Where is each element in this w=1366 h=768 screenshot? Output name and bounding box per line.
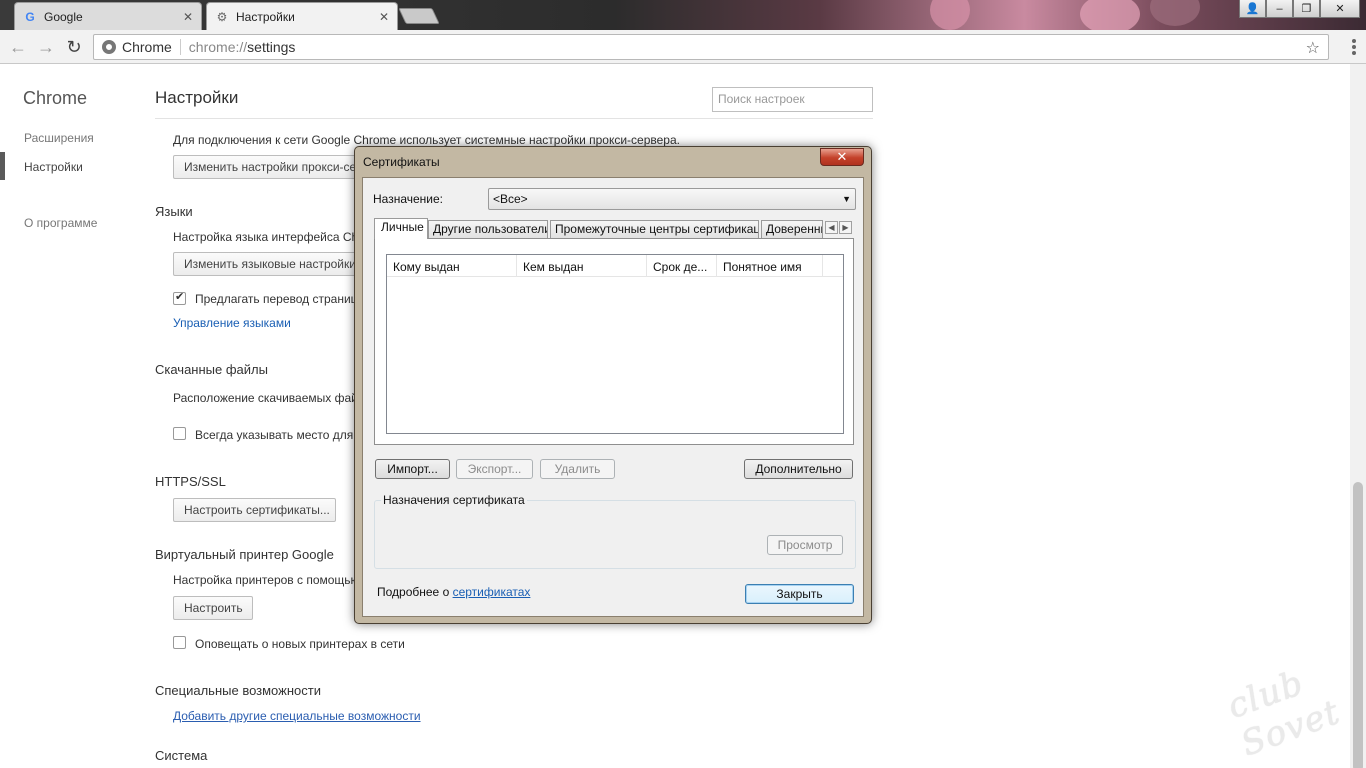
column-issued-to[interactable]: Кому выдан (387, 255, 517, 277)
proxy-description: Для подключения к сети Google Chrome исп… (173, 133, 680, 147)
change-proxy-button[interactable]: Изменить настройки прокси-сервера... (173, 155, 363, 179)
url-path: settings (247, 39, 296, 55)
tab-panel: Кому выдан Кем выдан Срок де... Понятное… (374, 238, 854, 445)
export-button[interactable]: Экспорт... (456, 459, 533, 479)
address-separator (179, 39, 181, 55)
sidebar-item-extensions[interactable]: Расширения (24, 131, 94, 145)
tab-scroll-right-icon[interactable]: ▶ (839, 221, 852, 234)
close-icon[interactable]: ✕ (379, 10, 389, 24)
title-bar (0, 0, 1366, 30)
tab-personal[interactable]: Личные (374, 218, 428, 239)
sidebar-item-settings[interactable]: Настройки (24, 160, 83, 174)
tab-google[interactable]: G Google ✕ (14, 2, 202, 30)
certificate-list[interactable]: Кому выдан Кем выдан Срок де... Понятное… (386, 254, 844, 434)
manage-certificates-button[interactable]: Настроить сертификаты... (173, 498, 336, 522)
cloud-print-setup-button[interactable]: Настроить (173, 596, 253, 620)
wallpaper-decoration (1150, 0, 1200, 26)
learn-more-text: Подробнее о сертификатах (377, 585, 530, 599)
address-bar[interactable]: Chrome chrome://settings ☆ (93, 34, 1329, 60)
new-tab-button[interactable] (398, 8, 440, 24)
certificates-link[interactable]: сертификатах (453, 585, 531, 599)
forward-arrow-icon[interactable]: → (36, 37, 56, 57)
purpose-select[interactable]: <Все> ▼ (488, 188, 856, 210)
browser-toolbar: ← → ↻ Chrome chrome://settings ☆ (0, 30, 1366, 64)
translate-label: Предлагать перевод страниц (195, 292, 358, 306)
dialog-title: Сертификаты (363, 155, 440, 169)
add-accessibility-link[interactable]: Добавить другие специальные возможности (173, 709, 421, 723)
section-system: Система (155, 748, 208, 763)
advanced-button[interactable]: Дополнительно (744, 459, 853, 479)
downloads-description: Расположение скачиваемых файлов (173, 391, 379, 405)
column-issued-by[interactable]: Кем выдан (517, 255, 647, 277)
section-accessibility: Специальные возможности (155, 683, 321, 698)
url-scheme: chrome:// (188, 39, 248, 55)
certificate-purposes-group: Назначения сертификата Просмотр (374, 493, 856, 569)
tab-intermediate-ca[interactable]: Промежуточные центры сертификации (550, 220, 759, 238)
bookmark-star-icon[interactable]: ☆ (1306, 38, 1320, 58)
tab-title: Google (44, 9, 83, 24)
learn-more-prefix: Подробнее о (377, 585, 453, 599)
translate-checkbox[interactable] (173, 290, 186, 305)
section-languages: Языки (155, 204, 193, 219)
page-title: Настройки (155, 88, 239, 107)
group-label: Назначения сертификата (381, 493, 527, 507)
sidebar-title: Chrome (23, 88, 88, 108)
section-https-ssl: HTTPS/SSL (155, 474, 226, 489)
menu-icon[interactable] (1352, 39, 1356, 55)
header-divider (155, 118, 873, 119)
wallpaper-decoration (930, 0, 970, 30)
site-label: Chrome (122, 39, 172, 55)
sidebar-item-about[interactable]: О программе (24, 216, 97, 230)
user-icon[interactable]: 👤 (1239, 0, 1266, 18)
minimize-button[interactable]: – (1266, 0, 1293, 18)
column-friendly-name[interactable]: Понятное имя (717, 255, 823, 277)
chevron-down-icon: ▼ (842, 194, 851, 204)
notify-printers-checkbox[interactable] (173, 636, 186, 649)
purpose-value: <Все> (493, 192, 528, 206)
back-arrow-icon[interactable]: ← (8, 37, 28, 57)
sidebar-selection-marker (0, 152, 5, 180)
search-settings-input[interactable]: Поиск настроек (712, 87, 873, 112)
chrome-logo-icon (102, 40, 116, 54)
watermark-logo: club Sovet (1222, 662, 1346, 765)
gear-icon: ⚙ (216, 9, 228, 24)
certificates-dialog: Сертификаты ✕ Назначение: <Все> ▼ Личные… (354, 146, 872, 624)
tab-scroll-left-icon[interactable]: ◀ (825, 221, 838, 234)
window-controls: 👤 – ❐ ✕ (1239, 0, 1360, 18)
wallpaper-decoration (1080, 0, 1140, 30)
window-close-button[interactable]: ✕ (1320, 0, 1360, 18)
google-icon: G (25, 9, 35, 24)
view-button[interactable]: Просмотр (767, 535, 843, 555)
section-cloud-print: Виртуальный принтер Google (155, 547, 334, 562)
change-language-button[interactable]: Изменить языковые настройки... (173, 252, 363, 276)
dialog-body: Назначение: <Все> ▼ Личные Другие пользо… (362, 177, 864, 617)
restore-button[interactable]: ❐ (1293, 0, 1320, 18)
tab-settings[interactable]: ⚙ Настройки ✕ (206, 2, 398, 30)
import-button[interactable]: Импорт... (375, 459, 450, 479)
dialog-close-icon[interactable]: ✕ (820, 148, 864, 166)
ask-download-location-checkbox[interactable] (173, 427, 186, 440)
manage-languages-link[interactable]: Управление языками (173, 316, 291, 330)
tab-other-people[interactable]: Другие пользователи (428, 220, 548, 238)
url-text: chrome://settings (189, 39, 296, 55)
remove-button[interactable]: Удалить (540, 459, 615, 479)
notify-printers-label: Оповещать о новых принтерах в сети (195, 637, 405, 651)
tab-trusted[interactable]: Доверенные (761, 220, 823, 238)
purpose-label: Назначение: (373, 192, 444, 206)
list-header: Кому выдан Кем выдан Срок де... Понятное… (387, 255, 843, 277)
close-icon[interactable]: ✕ (183, 10, 193, 24)
tab-title: Настройки (236, 9, 295, 24)
reload-icon[interactable]: ↻ (64, 37, 84, 57)
settings-sidebar: Chrome Расширения Настройки О программе (0, 64, 140, 768)
close-button[interactable]: Закрыть (745, 584, 854, 604)
section-downloads: Скачанные файлы (155, 362, 268, 377)
column-expiration[interactable]: Срок де... (647, 255, 717, 277)
